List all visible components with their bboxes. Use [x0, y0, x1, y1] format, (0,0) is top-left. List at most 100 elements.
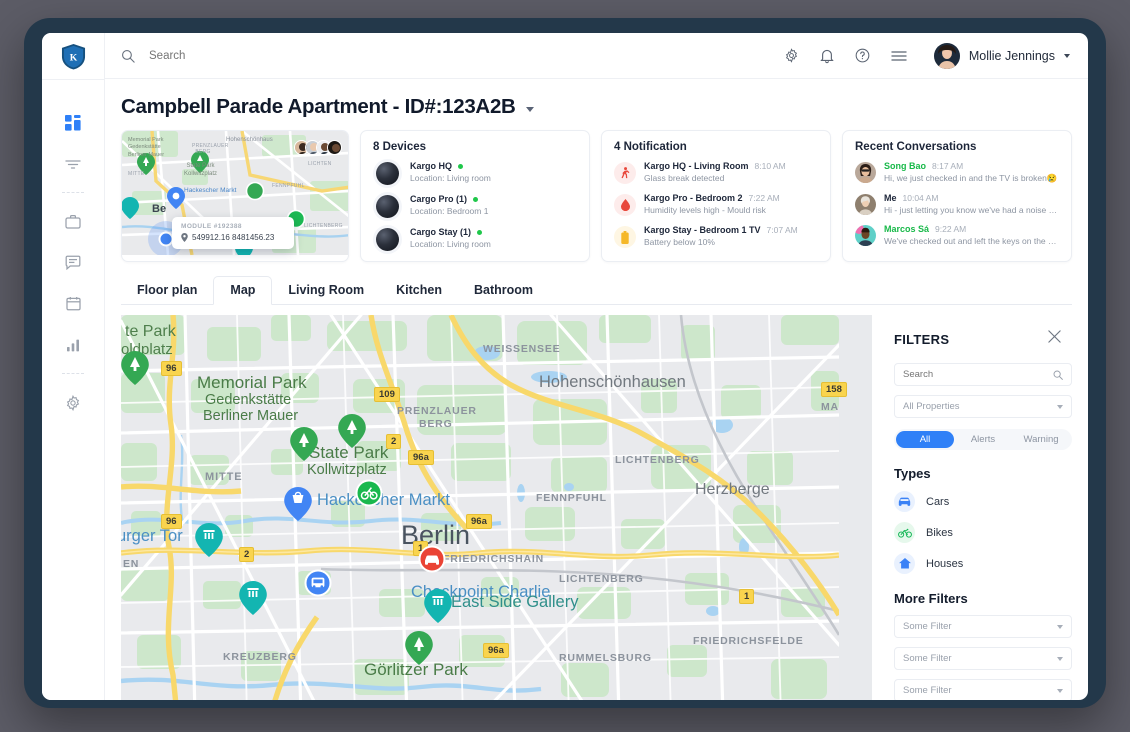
device-list-item[interactable]: Kargo HQ Location: Living room: [373, 161, 577, 185]
help-button[interactable]: [855, 48, 870, 63]
bus-marker-icon: [304, 569, 332, 597]
tab-living-room[interactable]: Living Room: [272, 283, 380, 305]
device-frame: K Search Mollie Jennings Campbell Parade…: [24, 18, 1106, 708]
notifications-card-title: 4 Notification: [614, 141, 687, 153]
tab-floor-plan[interactable]: Floor plan: [121, 283, 213, 305]
notification-list-item[interactable]: Kargo Pro - Bedroom 2 7:22 AM Humidity l…: [614, 193, 818, 216]
more-filters-title: More Filters: [894, 591, 968, 606]
dashboard-grid-icon: [65, 114, 81, 131]
property-select-value: All Properties: [903, 401, 960, 412]
mini-map-label-berlin: Be: [152, 203, 167, 215]
tree-pin-icon: [121, 351, 149, 385]
type-filter-bikes[interactable]: Bikes: [894, 522, 1072, 543]
conversation-list-item[interactable]: Me 10:04 AM Hi - just letting you know w…: [855, 193, 1059, 215]
conversation-sender: Marcos Sá: [884, 224, 930, 234]
sidebar-nav: [42, 80, 104, 423]
mini-map-label-mitte: MITTE: [128, 171, 145, 177]
segment-warning[interactable]: Warning: [1012, 431, 1070, 448]
device-speaker-icon: [376, 162, 399, 185]
tree-pin-icon: [338, 414, 366, 448]
more-filter-value: Some Filter: [903, 621, 952, 632]
global-search[interactable]: [121, 49, 389, 63]
chat-icon: [65, 255, 81, 270]
sidebar-item-dashboard[interactable]: [42, 102, 104, 143]
user-menu[interactable]: Mollie Jennings: [933, 42, 1070, 69]
device-location: Location: Bedroom 1: [410, 206, 489, 216]
page-title-chevron-down-icon[interactable]: [525, 107, 534, 112]
status-dot-icon: [477, 229, 483, 235]
bar-chart-icon: [66, 339, 79, 351]
map-markers[interactable]: [121, 315, 839, 700]
notification-title: Kargo HQ - Living Room: [644, 161, 749, 171]
conversation-list-item[interactable]: Song Bao 8:17 AM Hi, we just checked in …: [855, 161, 1059, 184]
avatar: [933, 42, 960, 69]
user-name: Mollie Jennings: [968, 48, 1055, 63]
device-list-item[interactable]: Cargo Pro (1) Location: Bedroom 1: [373, 194, 577, 218]
app-logo[interactable]: K: [42, 33, 104, 79]
sidebar-section-divider: [62, 184, 84, 201]
conversation-sender: Song Bao: [884, 161, 926, 171]
summary-cards: Memorial Park Gedenkstätte Berliner Mauer …: [121, 130, 1072, 262]
notification-time: 7:07 AM: [766, 225, 798, 235]
contact-photo: [855, 194, 876, 215]
mini-map-label-lichten2: LICHTENBERG: [304, 223, 343, 229]
sidebar-item-messages[interactable]: [42, 242, 104, 283]
conversation-time: 9:22 AM: [935, 224, 967, 234]
tab-map[interactable]: Map: [213, 275, 273, 305]
filters-search[interactable]: [894, 363, 1072, 386]
bell-icon: [820, 49, 834, 63]
briefcase-icon: [65, 214, 81, 229]
mini-map-labels: Memorial Park Gedenkstätte Berliner Mauer: [128, 137, 165, 158]
menu-button[interactable]: [891, 50, 907, 62]
app-screen: K Search Mollie Jennings Campbell Parade…: [42, 33, 1088, 700]
mini-map-avatars[interactable]: [294, 140, 342, 155]
mini-map-label-prenz: PRENZLAUER BERG: [192, 143, 229, 155]
museum-pin-icon: [195, 523, 223, 557]
filters-panel: FILTERS All Pro: [872, 315, 1072, 700]
type-label: Houses: [926, 557, 964, 570]
page-title-row: Campbell Parade Apartment - ID#:123A2B: [121, 95, 1072, 119]
conversations-card-title: Recent Conversations: [855, 141, 977, 153]
avatar: [855, 162, 876, 183]
property-select[interactable]: All Properties: [894, 395, 1072, 418]
module-tooltip: MODULE #192388 549912.16 8481456.23: [172, 217, 294, 249]
settings-button[interactable]: [784, 48, 799, 63]
close-filters-button[interactable]: [1047, 329, 1062, 349]
map-view[interactable]: te Park oldplatz Memorial Park Gedenkstä…: [121, 315, 872, 700]
notification-title: Kargo Stay - Bedroom 1 TV: [644, 225, 761, 235]
mini-map-label-statepark: State Park Kollwitzplatz: [184, 163, 218, 177]
sidebar-item-filters[interactable]: [42, 143, 104, 184]
sidebar-item-settings[interactable]: [42, 382, 104, 423]
segment-alerts[interactable]: Alerts: [954, 431, 1012, 448]
type-filter-cars[interactable]: Cars: [894, 491, 1072, 512]
chevron-down-icon: [1057, 404, 1063, 409]
sidebar-item-properties[interactable]: [42, 201, 104, 242]
notification-list-item[interactable]: Kargo Stay - Bedroom 1 TV 7:07 AM Batter…: [614, 225, 818, 248]
main-region: Mollie Jennings Campbell Parade Apartmen…: [105, 33, 1088, 700]
more-filter-value: Some Filter: [903, 653, 952, 664]
module-coordinates-row: 549912.16 8481456.23: [181, 233, 285, 242]
sidebar-item-calendar[interactable]: [42, 283, 104, 324]
more-filter-select-3[interactable]: Some Filter: [894, 679, 1072, 700]
more-filter-select-2[interactable]: Some Filter: [894, 647, 1072, 670]
conversation-preview: Hi - just letting you know we've had a n…: [884, 205, 1059, 215]
sidebar-item-reports[interactable]: [42, 324, 104, 365]
mini-map-card[interactable]: Memorial Park Gedenkstätte Berliner Mauer …: [121, 130, 349, 262]
mini-map-label-hohen: Hohenschönhaus: [226, 137, 273, 143]
more-filter-value: Some Filter: [903, 685, 952, 696]
bike-marker-icon: [355, 479, 383, 507]
conversation-preview: Hi, we just checked in and the TV is bro…: [884, 173, 1058, 183]
filters-search-input[interactable]: [903, 369, 1053, 380]
search-input[interactable]: [149, 49, 389, 62]
battery-icon: [614, 226, 636, 248]
conversation-list-item[interactable]: Marcos Sá 9:22 AM We've checked out and …: [855, 224, 1059, 246]
notifications-button[interactable]: [820, 48, 834, 64]
type-filter-houses[interactable]: Houses: [894, 553, 1072, 574]
notification-list-item[interactable]: Kargo HQ - Living Room 8:10 AM Glass bre…: [614, 161, 818, 184]
tab-bathroom[interactable]: Bathroom: [458, 283, 549, 305]
tab-kitchen[interactable]: Kitchen: [380, 283, 458, 305]
house-glyph: [898, 558, 911, 569]
device-list-item[interactable]: Cargo Stay (1) Location: Living room: [373, 227, 577, 251]
segment-all[interactable]: All: [896, 431, 954, 448]
more-filter-select-1[interactable]: Some Filter: [894, 615, 1072, 638]
